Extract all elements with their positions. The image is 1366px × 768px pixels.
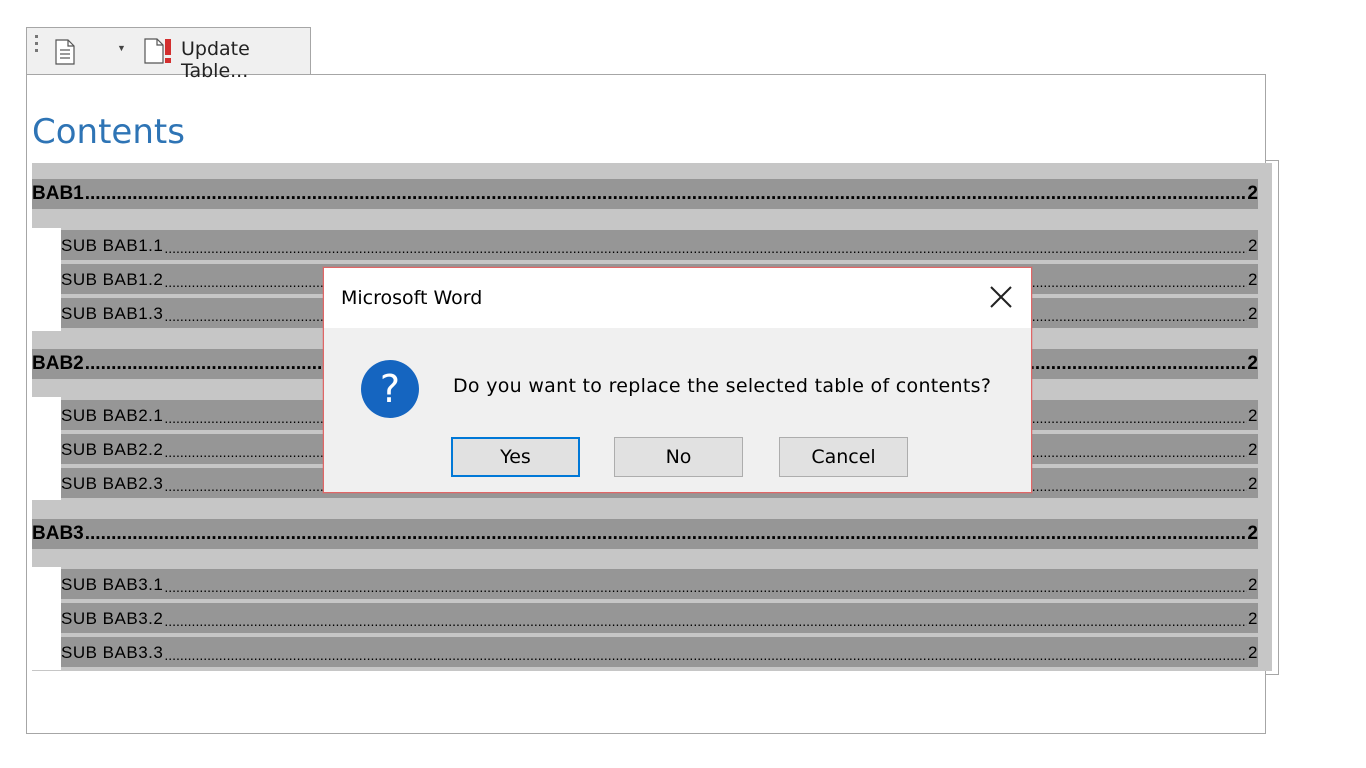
- cancel-button[interactable]: Cancel: [779, 437, 908, 477]
- toc-entry-text: BAB3: [32, 523, 84, 544]
- toc-page-number: 2: [1248, 474, 1258, 493]
- confirm-dialog: Microsoft Word ? Do you want to replace …: [323, 267, 1032, 493]
- dialog-titlebar: Microsoft Word: [324, 268, 1031, 328]
- toc-entry-text: BAB2: [32, 353, 84, 374]
- toc-leader-dots: [85, 183, 1247, 205]
- toc-entry-text: SUB BAB1.3: [61, 304, 164, 323]
- toc-entry-level2[interactable]: SUB BAB1.1 2: [61, 230, 1258, 260]
- toc-entry-level2[interactable]: SUB BAB3.3 2: [61, 637, 1258, 667]
- toc-leader-dots: [164, 240, 1247, 256]
- toc-page-number: 2: [1248, 270, 1258, 289]
- close-icon[interactable]: [988, 284, 1014, 310]
- update-table-button[interactable]: Update Table...: [181, 38, 310, 82]
- toc-page-number: 2: [1248, 236, 1258, 255]
- toc-page-number: 2: [1248, 440, 1258, 459]
- toc-entry-text: SUB BAB3.2: [61, 609, 164, 628]
- update-table-icon[interactable]: [143, 37, 177, 70]
- no-button[interactable]: No: [614, 437, 743, 477]
- toc-indent-margin: [32, 228, 61, 331]
- toc-page-number: 2: [1248, 575, 1258, 594]
- toc-page-number: 2: [1248, 643, 1258, 662]
- toc-leader-dots: [164, 613, 1247, 629]
- toc-entry-text: SUB BAB2.2: [61, 440, 164, 459]
- toc-entry-text: SUB BAB1.1: [61, 236, 164, 255]
- toc-page-number: 2: [1247, 523, 1258, 544]
- toc-page-number: 2: [1247, 353, 1258, 374]
- toc-entry-text: BAB1: [32, 183, 84, 204]
- toc-entry-text: SUB BAB1.2: [61, 270, 164, 289]
- question-icon: ?: [360, 359, 420, 419]
- toc-leader-dots: [164, 647, 1247, 663]
- toc-leader-dots: [164, 579, 1247, 595]
- dialog-message: Do you want to replace the selected tabl…: [453, 375, 992, 397]
- drag-handle-icon[interactable]: [35, 35, 39, 57]
- toc-heading: Contents: [32, 112, 185, 152]
- toc-entry-level2[interactable]: SUB BAB3.2 2: [61, 603, 1258, 633]
- toc-entry-text: SUB BAB2.1: [61, 406, 164, 425]
- toc-entry-level2[interactable]: SUB BAB3.1 2: [61, 569, 1258, 599]
- toc-page-number: 2: [1247, 183, 1258, 204]
- toc-indent-margin: [32, 397, 61, 500]
- toc-leader-dots: [85, 523, 1247, 545]
- toc-entry-level1[interactable]: BAB1 2: [32, 179, 1258, 209]
- toc-control-tab: ▼ Update Table...: [26, 27, 311, 82]
- chevron-down-icon[interactable]: ▼: [117, 43, 126, 53]
- toc-page-number: 2: [1248, 304, 1258, 323]
- toc-entry-level1[interactable]: BAB3 2: [32, 519, 1258, 549]
- yes-button[interactable]: Yes: [451, 437, 580, 477]
- toc-entry-text: SUB BAB3.1: [61, 575, 164, 594]
- toc-page-number: 2: [1248, 609, 1258, 628]
- toc-indent-margin: [32, 567, 61, 670]
- toc-document-icon[interactable]: [54, 39, 76, 70]
- svg-text:?: ?: [380, 367, 400, 411]
- dialog-title: Microsoft Word: [341, 287, 483, 309]
- toc-entry-text: SUB BAB3.3: [61, 643, 164, 662]
- toc-entry-text: SUB BAB2.3: [61, 474, 164, 493]
- toc-page-number: 2: [1248, 406, 1258, 425]
